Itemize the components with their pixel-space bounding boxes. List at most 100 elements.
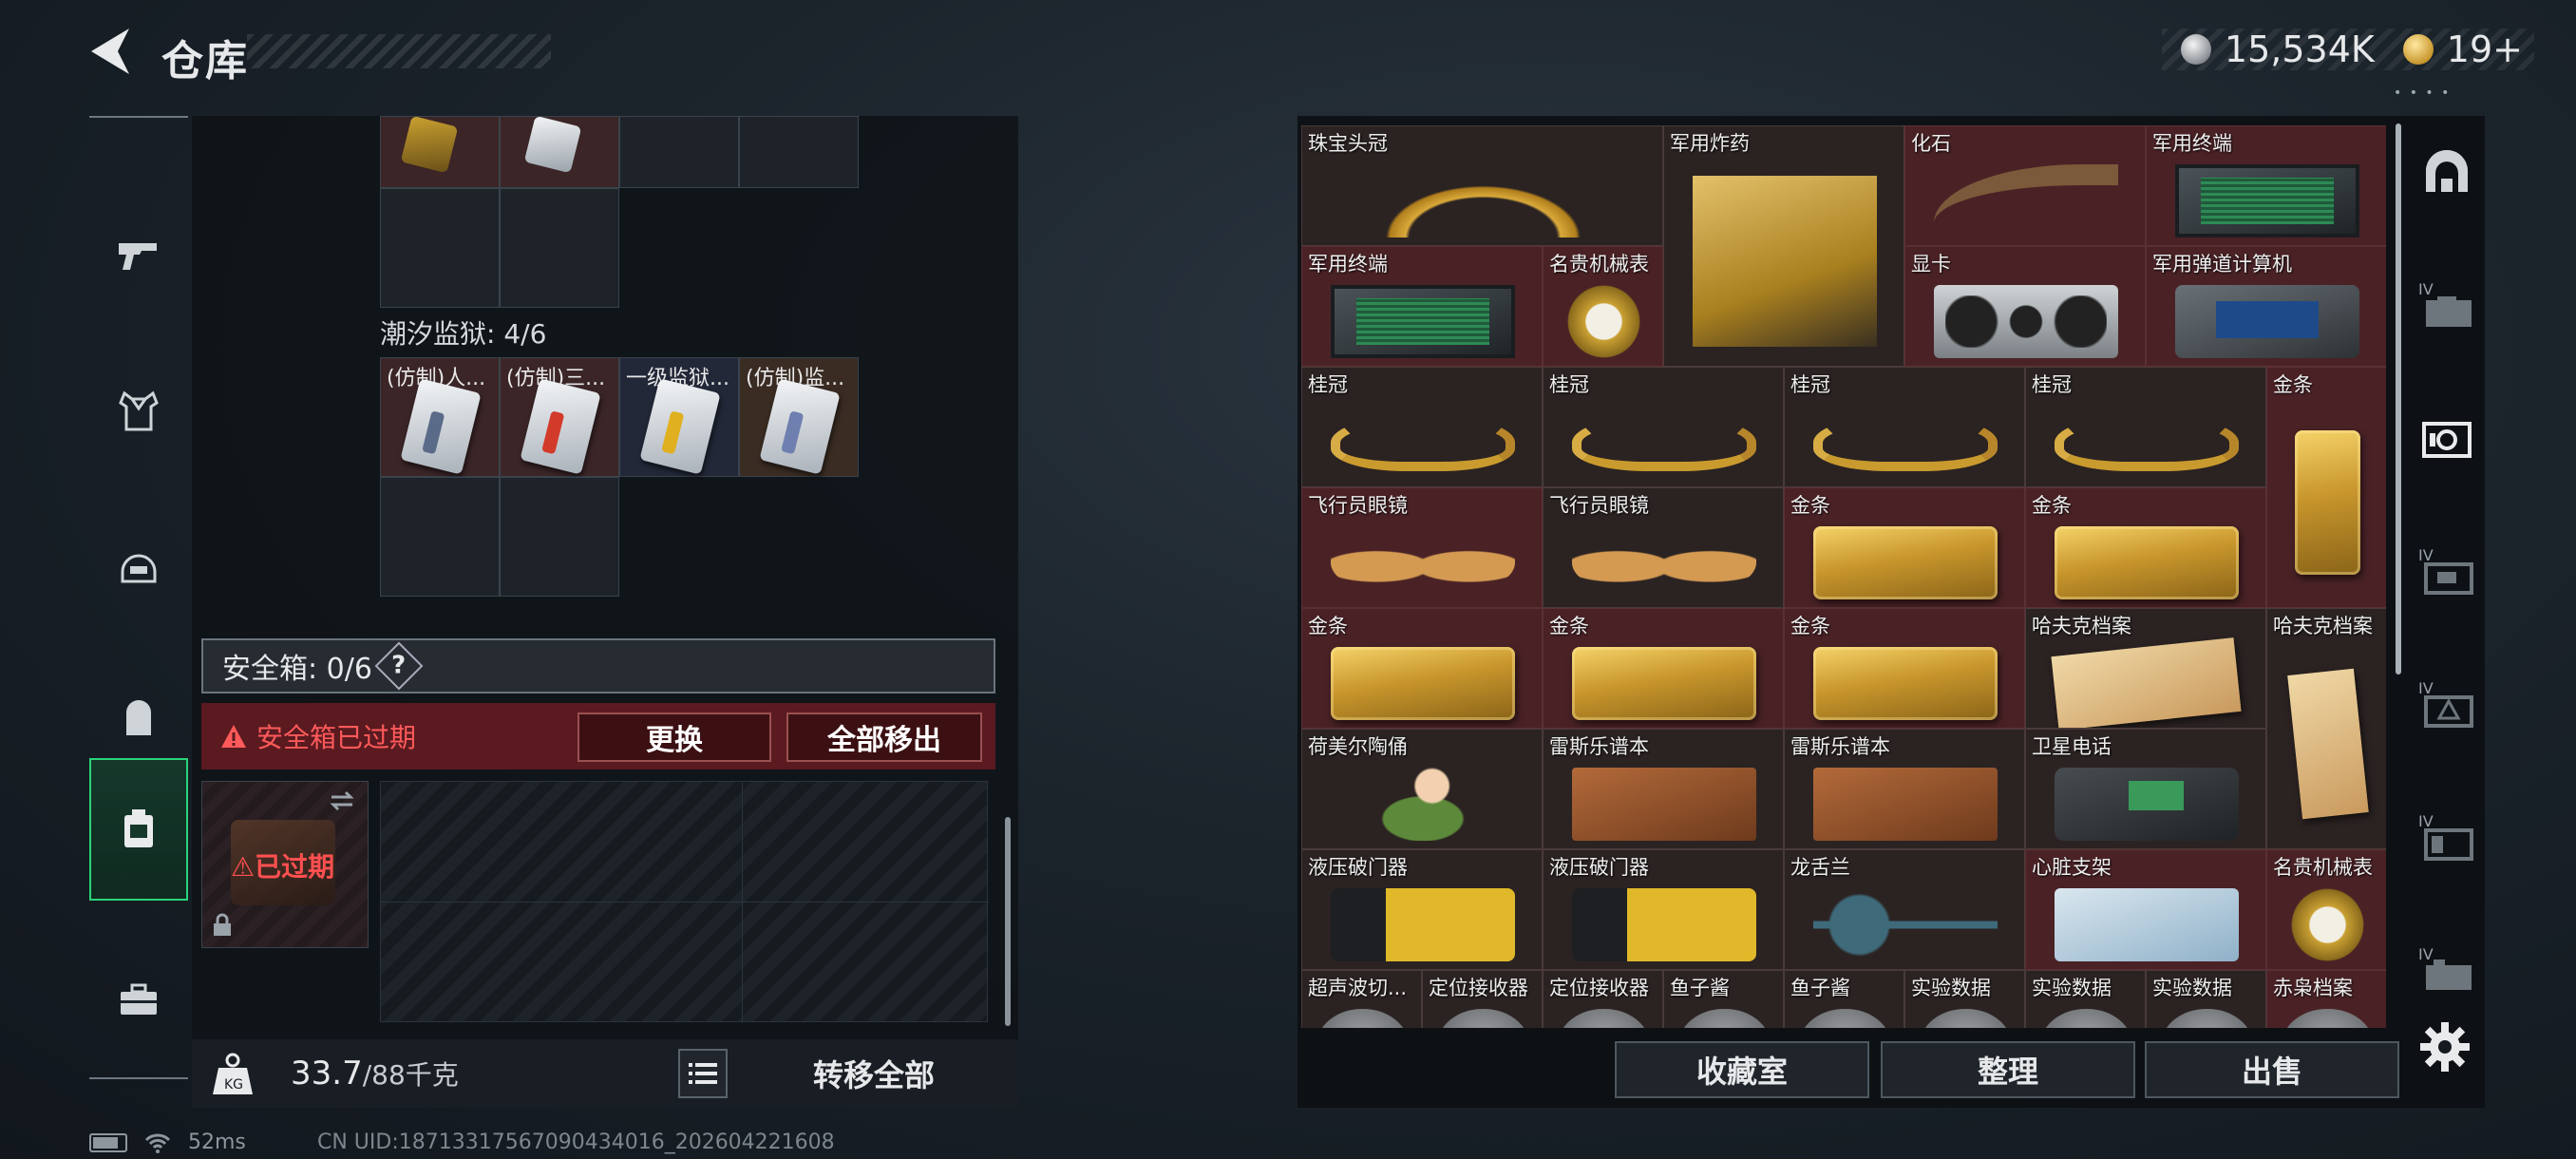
- stash-item[interactable]: 定位接收器: [1543, 970, 1663, 1028]
- gold-amount[interactable]: 19+: [2447, 28, 2523, 70]
- grid-cell-empty[interactable]: [380, 188, 500, 308]
- stash-item[interactable]: 鱼子酱: [1784, 970, 1904, 1028]
- stash-item[interactable]: 雷斯乐谱本: [1543, 729, 1784, 849]
- sidebar-item-weapons[interactable]: [89, 182, 188, 325]
- stash-item-name: 定位接收器: [1549, 977, 1649, 999]
- stash-item[interactable]: 军用终端: [1301, 246, 1543, 367]
- sidebar-item-helmet[interactable]: [89, 496, 188, 638]
- stash-item[interactable]: 实验数据: [1904, 970, 2025, 1028]
- list-view-button[interactable]: [678, 1049, 728, 1098]
- safe-box-expired-bar: 安全箱已过期 更换 全部移出: [201, 703, 995, 770]
- sidebar-item-safe-box[interactable]: [89, 758, 188, 901]
- replace-button[interactable]: 更换: [578, 712, 771, 762]
- terminal-item-icon: [1331, 284, 1515, 359]
- stash-item[interactable]: 显卡: [1904, 246, 2146, 367]
- grid-cell-empty[interactable]: [500, 477, 619, 597]
- grid-cell-empty[interactable]: [739, 116, 859, 188]
- stash-item[interactable]: 实验数据: [2146, 970, 2266, 1028]
- stash-item[interactable]: 金条: [1784, 487, 2025, 608]
- stash-item[interactable]: 军用弹道计算机: [2146, 246, 2386, 367]
- stash-item-name: 雷斯乐谱本: [1549, 735, 1649, 758]
- stash-scrollbar[interactable]: [2396, 124, 2401, 674]
- sell-button[interactable]: 出售: [2145, 1041, 2399, 1098]
- stash-item[interactable]: 桂冠: [1301, 367, 1543, 487]
- grid-cell-empty[interactable]: [500, 188, 619, 308]
- move-all-out-button[interactable]: 全部移出: [786, 712, 982, 762]
- grid-cell-item[interactable]: [380, 115, 500, 188]
- goldbar-item-icon: [1572, 646, 1756, 721]
- stash-item[interactable]: 超声波切...: [1301, 970, 1422, 1028]
- collection-room-button[interactable]: 收藏室: [1615, 1041, 1869, 1098]
- stash-item-name: 桂冠: [1549, 373, 1589, 396]
- stash-item[interactable]: 液压破门器: [1301, 849, 1543, 970]
- stash-item[interactable]: 珠宝头冠: [1301, 125, 1663, 246]
- vest-icon: [119, 390, 159, 431]
- stash-item[interactable]: 金条: [1543, 608, 1784, 729]
- keycard-slot[interactable]: 一级监狱...: [619, 357, 739, 477]
- sort-button[interactable]: 整理: [1881, 1041, 2135, 1098]
- expired-safe-box-item[interactable]: ⚠已过期: [201, 781, 369, 948]
- stash-item[interactable]: 桂冠: [1543, 367, 1784, 487]
- settings-gear-icon[interactable]: [2418, 1020, 2472, 1074]
- stash-item[interactable]: 名贵机械表: [2266, 849, 2386, 970]
- expired-warning: 安全箱已过期: [220, 717, 416, 755]
- round-item-icon: [2040, 1008, 2132, 1028]
- stash-item[interactable]: 桂冠: [2025, 367, 2266, 487]
- stash-item[interactable]: 金条: [2266, 367, 2386, 608]
- expired-status-text: 已过期: [255, 851, 335, 883]
- stash-case-icon: [2422, 422, 2472, 458]
- goldbar-item-icon: [1813, 646, 1998, 721]
- grid-cell-item[interactable]: [500, 115, 619, 188]
- transfer-all-button[interactable]: 转移全部: [743, 1045, 1005, 1102]
- stash-item[interactable]: 金条: [2025, 487, 2266, 608]
- stash-item[interactable]: 龙舌兰: [1784, 849, 2025, 970]
- stash-item[interactable]: 名贵机械表: [1543, 246, 1663, 367]
- tab-stash-6[interactable]: IV: [2409, 914, 2485, 1028]
- safe-box-grid[interactable]: [380, 781, 989, 1023]
- safe-case-icon: [124, 809, 153, 847]
- stash-item[interactable]: 金条: [1784, 608, 2025, 729]
- stash-item[interactable]: 定位接收器: [1422, 970, 1543, 1028]
- grid-cell-empty[interactable]: [380, 477, 500, 597]
- stash-grid: 珠宝头冠 军用炸药 化石 军用终端 军用终端 名贵机械表 显卡 军用弹道计算机 桂冠 桂冠 桂冠 桂冠…: [1301, 125, 2386, 1028]
- stash-item[interactable]: 荷美尔陶俑: [1301, 729, 1543, 849]
- stash-item-name: 桂冠: [1790, 373, 1830, 396]
- keycard-slot[interactable]: (仿制)人...: [380, 357, 500, 477]
- stash-item[interactable]: 化石: [1904, 125, 2146, 246]
- back-button[interactable]: [85, 25, 135, 78]
- keycard-slot[interactable]: (仿制)监...: [739, 357, 859, 477]
- laurel-item-icon: [1572, 413, 1756, 471]
- stash-item[interactable]: 实验数据: [2025, 970, 2146, 1028]
- stash-item[interactable]: 桂冠: [1784, 367, 2025, 487]
- stash-item[interactable]: 哈夫克档案: [2025, 608, 2266, 729]
- stash-item[interactable]: 雷斯乐谱本: [1784, 729, 2025, 849]
- keycard-slot[interactable]: (仿制)三...: [500, 357, 619, 477]
- sidebar-item-armor[interactable]: [89, 340, 188, 483]
- sidebar-item-toolbox[interactable]: [89, 929, 188, 1072]
- stash-item[interactable]: 液压破门器: [1543, 849, 1784, 970]
- stash-item-name: 金条: [1790, 494, 1830, 517]
- stash-tab-column: IV IV IV IV IV: [2409, 116, 2485, 1047]
- stash-item[interactable]: 飞行员眼镜: [1543, 487, 1784, 608]
- tab-stash-1[interactable]: IV: [2409, 249, 2485, 363]
- stash-item[interactable]: 心脏支架: [2025, 849, 2266, 970]
- stash-item[interactable]: 哈夫克档案: [2266, 608, 2386, 849]
- stash-item[interactable]: 卫星电话: [2025, 729, 2266, 849]
- stash-item[interactable]: 金条: [1301, 608, 1543, 729]
- stash-item-name: 哈夫克档案: [2273, 615, 2373, 637]
- tab-stash-5[interactable]: IV: [2409, 781, 2485, 895]
- round-item-icon: [1558, 1008, 1650, 1028]
- stash-item[interactable]: 鱼子酱: [1663, 970, 1784, 1028]
- tab-stash-4[interactable]: IV: [2409, 648, 2485, 762]
- tab-vault[interactable]: [2409, 116, 2485, 230]
- expired-status: ⚠已过期: [231, 851, 335, 883]
- stash-item[interactable]: 飞行员眼镜: [1301, 487, 1543, 608]
- help-icon[interactable]: ?: [374, 641, 424, 691]
- stash-item[interactable]: 军用终端: [2146, 125, 2386, 246]
- tab-stash-2-active[interactable]: [2409, 382, 2485, 496]
- stash-item[interactable]: 军用炸药: [1663, 125, 1904, 367]
- backpack-scrollbar[interactable]: [1005, 817, 1011, 1026]
- tab-stash-3[interactable]: IV: [2409, 515, 2485, 629]
- grid-cell-empty[interactable]: [619, 116, 739, 188]
- stash-item[interactable]: 赤枭档案: [2266, 970, 2386, 1028]
